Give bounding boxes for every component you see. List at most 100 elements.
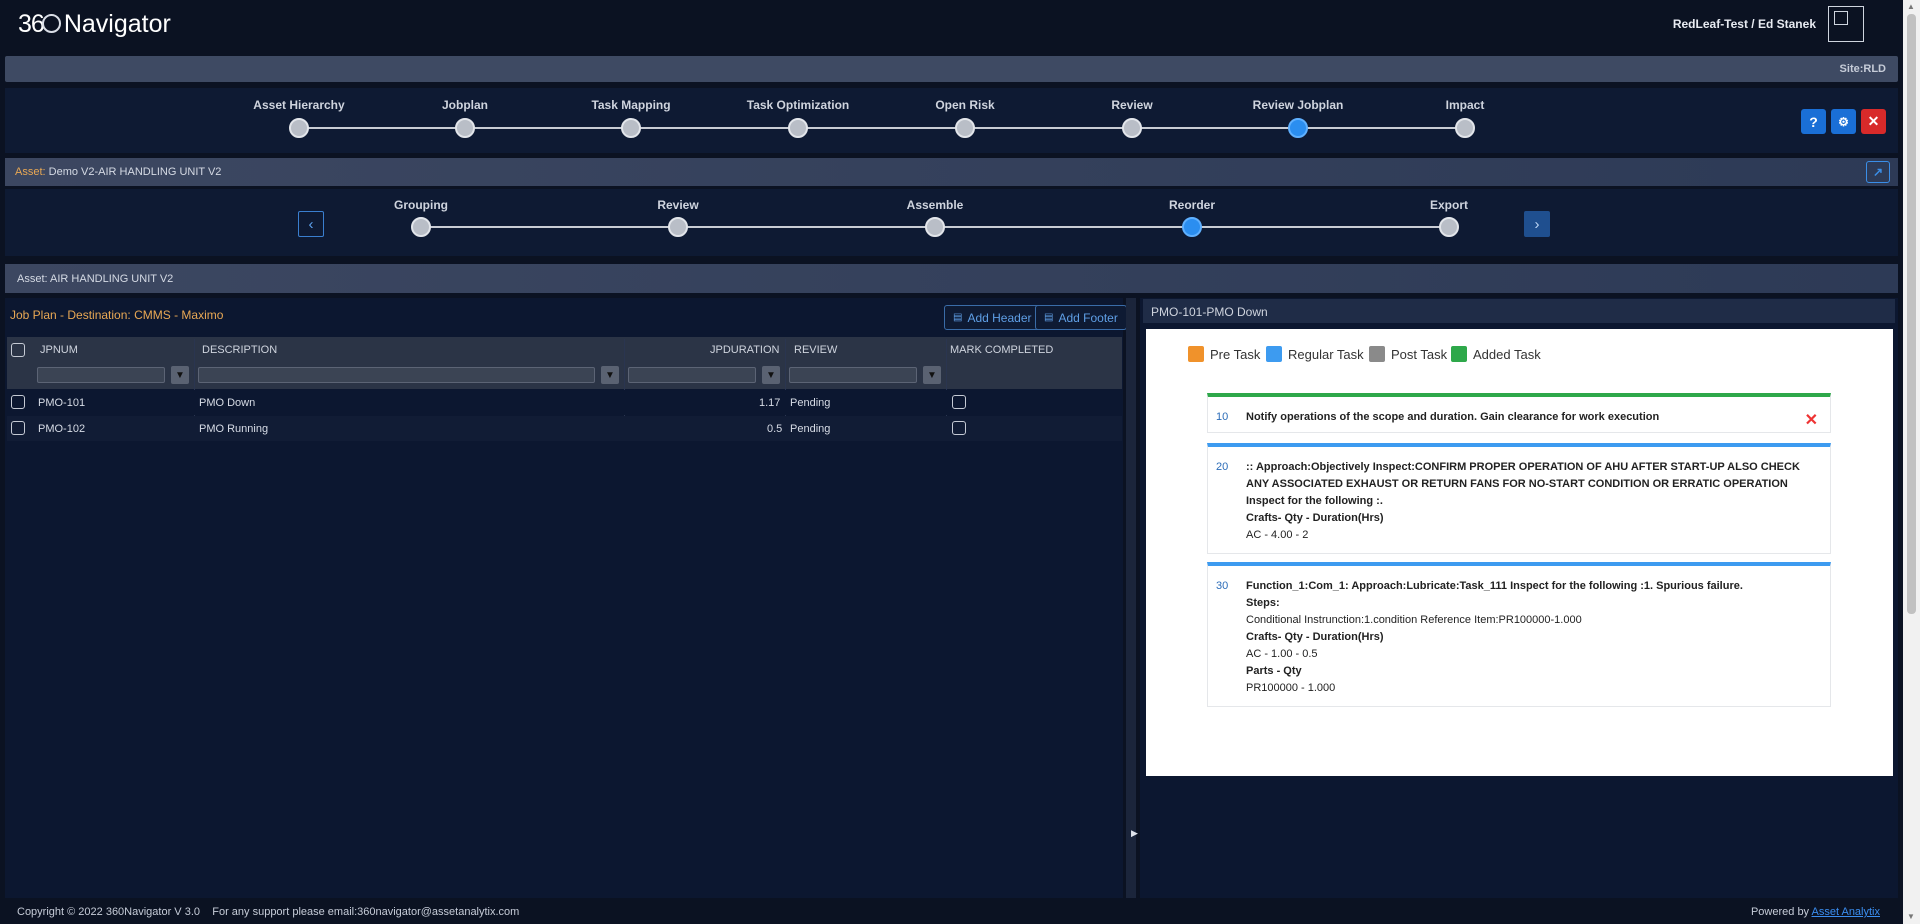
main-step-label: Task Optimization	[746, 98, 850, 112]
delete-task-icon[interactable]: ✕	[1805, 410, 1818, 430]
sub-stepper-panel: ‹ Grouping Review Assemble Reorder Export ›	[5, 189, 1898, 256]
table-row[interactable]: PMO-102 PMO Running 0.5 Pending	[7, 416, 1122, 441]
main-step-label: Impact	[1445, 98, 1485, 112]
col-mark-completed[interactable]: MARK COMPLETED	[950, 338, 1053, 362]
col-jpduration[interactable]: JPDURATION	[710, 338, 779, 362]
main-step-dot[interactable]	[955, 118, 975, 138]
col-jpnum[interactable]: JPNUM	[40, 338, 78, 362]
sub-step-dot[interactable]	[1182, 217, 1202, 237]
mark-completed-checkbox[interactable]	[952, 395, 966, 409]
main-step-dot[interactable]	[621, 118, 641, 138]
task-number: 20	[1216, 461, 1229, 473]
legend-pre-task: Pre Task	[1188, 346, 1260, 362]
add-footer-button[interactable]: ▤ Add Footer	[1035, 305, 1127, 330]
filter-jpduration-button[interactable]: ▼	[762, 366, 780, 384]
filter-description-button[interactable]: ▼	[601, 366, 619, 384]
open-external-button[interactable]: ↗	[1866, 161, 1890, 183]
main-stepper-panel: Asset Hierarchy Jobplan Task Mapping Task O…	[5, 88, 1898, 153]
cell-review: Pending	[790, 397, 831, 409]
row-checkbox[interactable]	[11, 395, 25, 409]
footer-icon: ▤	[1044, 312, 1054, 323]
filter-jpnum-input[interactable]	[37, 367, 165, 383]
hierarchy-icon: ⚙	[1838, 114, 1849, 129]
external-link-icon: ↗	[1872, 165, 1884, 179]
sub-step-dot[interactable]	[1439, 217, 1459, 237]
support-text: For any support please email:360navigato…	[212, 906, 520, 918]
col-review[interactable]: REVIEW	[794, 338, 837, 362]
crafts-label: Crafts- Qty - Duration(Hrs)	[1246, 512, 1384, 524]
task-text: Function_1:Com_1: Approach:Lubricate:Tas…	[1246, 580, 1743, 592]
main-step-dot[interactable]	[1288, 118, 1308, 138]
cell-description: PMO Running	[199, 423, 269, 435]
legend-added-task: Added Task	[1451, 346, 1541, 362]
legend-swatch	[1266, 346, 1282, 362]
main-step-dot[interactable]	[289, 118, 309, 138]
hierarchy-button[interactable]: ⚙	[1831, 109, 1856, 134]
select-all-checkbox[interactable]	[11, 343, 25, 357]
filter-icon: ▼	[766, 369, 776, 381]
task-card[interactable]: 20 :: Approach:Objectively Inspect:CONFI…	[1207, 443, 1831, 554]
cell-review: Pending	[790, 423, 831, 435]
legend-swatch	[1188, 346, 1204, 362]
main-step-label: Task Mapping	[591, 98, 671, 112]
task-text: Notify operations of the scope and durat…	[1246, 411, 1660, 423]
splitter-arrow-icon[interactable]: ▶	[1131, 828, 1138, 839]
sub-step-dot[interactable]	[925, 217, 945, 237]
user-avatar-icon	[1834, 11, 1848, 25]
prev-step-button[interactable]: ‹	[298, 211, 324, 237]
close-button[interactable]: ✕	[1861, 109, 1886, 134]
main-step-dot[interactable]	[788, 118, 808, 138]
col-description[interactable]: DESCRIPTION	[202, 338, 277, 362]
filter-review-input[interactable]	[789, 367, 917, 383]
legend-label: Added Task	[1473, 346, 1541, 362]
scroll-thumb[interactable]	[1907, 14, 1916, 614]
asset-analytix-link[interactable]: Asset Analytix	[1812, 906, 1880, 918]
header-icon: ▤	[953, 312, 963, 323]
scroll-up-icon[interactable]: ▲	[1907, 2, 1915, 11]
app-logo[interactable]: 36 Navigator	[18, 10, 171, 39]
add-footer-label: Add Footer	[1058, 310, 1118, 325]
preview-header: PMO-101-PMO Down	[1143, 299, 1895, 323]
cell-jpduration: 0.5	[767, 423, 783, 435]
filter-icon: ▼	[605, 369, 615, 381]
main-step-label: Review Jobplan	[1252, 98, 1344, 112]
sub-step-dot[interactable]	[411, 217, 431, 237]
main-step-label: Review	[1111, 98, 1153, 112]
add-header-button[interactable]: ▤ Add Header	[944, 305, 1041, 330]
main-step-dot[interactable]	[1455, 118, 1475, 138]
asset-bar-2: Asset: AIR HANDLING UNIT V2	[5, 264, 1898, 293]
filter-description-input[interactable]	[198, 367, 595, 383]
powered-by-text: Powered by	[1750, 906, 1810, 918]
table-row[interactable]: PMO-101 PMO Down 1.17 Pending	[7, 390, 1122, 415]
task-card[interactable]: 10 Notify operations of the scope and du…	[1207, 393, 1831, 433]
chevron-right-icon: ›	[1534, 215, 1540, 233]
filter-jpduration-input[interactable]	[628, 367, 756, 383]
jobplan-title: Job Plan - Destination: CMMS - Maximo	[10, 308, 224, 322]
next-step-button[interactable]: ›	[1524, 211, 1550, 237]
panel-splitter[interactable]	[1126, 298, 1136, 898]
mark-completed-checkbox[interactable]	[952, 421, 966, 435]
footer-right: Powered by Asset Analytix	[1751, 906, 1880, 918]
filter-review-button[interactable]: ▼	[923, 366, 941, 384]
help-button[interactable]: ?	[1801, 109, 1826, 134]
asset-name: Demo V2-AIR HANDLING UNIT V2	[48, 166, 222, 178]
asset-title-2: Asset: AIR HANDLING UNIT V2	[17, 273, 174, 285]
footer: Copyright © 2022 360Navigator V 3.0 For …	[0, 900, 1900, 924]
main-step-dot[interactable]	[455, 118, 475, 138]
preview-title: PMO-101-PMO Down	[1151, 305, 1268, 319]
task-card[interactable]: 30 Function_1:Com_1: Approach:Lubricate:…	[1207, 562, 1831, 707]
legend-label: Regular Task	[1288, 346, 1364, 362]
scroll-down-icon[interactable]: ▼	[1907, 912, 1915, 921]
crafts-value: AC - 1.00 - 0.5	[1246, 648, 1318, 660]
filter-jpnum-button[interactable]: ▼	[171, 366, 189, 384]
chevron-left-icon: ‹	[308, 215, 314, 233]
user-name: RedLeaf-Test / Ed Stanek	[1672, 17, 1816, 31]
page-scrollbar[interactable]: ▲ ▼	[1903, 0, 1920, 924]
sub-step-dot[interactable]	[668, 217, 688, 237]
main-step-dot[interactable]	[1122, 118, 1142, 138]
user-menu-button[interactable]	[1828, 6, 1864, 42]
filter-icon: ▼	[175, 369, 185, 381]
row-checkbox[interactable]	[11, 421, 25, 435]
main-step-label: Open Risk	[935, 98, 995, 112]
steps-label: Steps:	[1246, 597, 1280, 609]
